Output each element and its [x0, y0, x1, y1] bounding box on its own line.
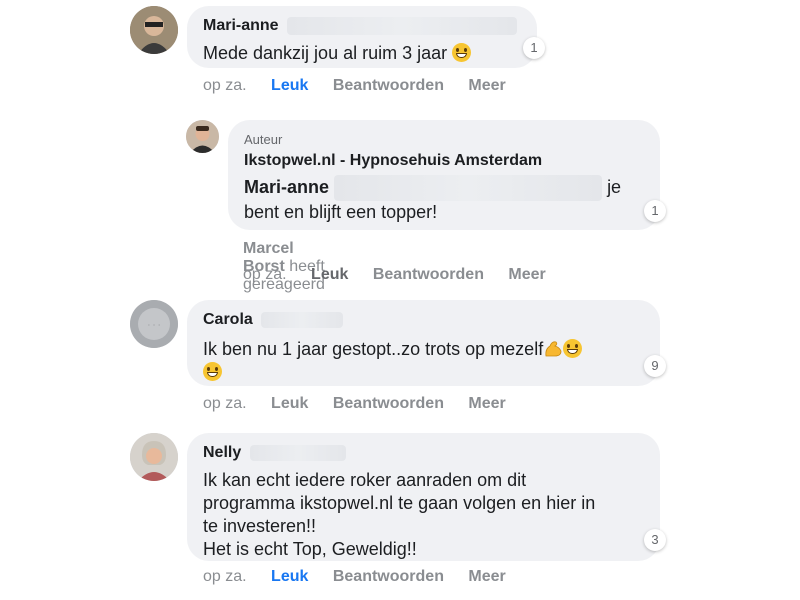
- like-button[interactable]: Leuk: [271, 395, 308, 412]
- comment-actions: op za. Leuk Beantwoorden Meer: [203, 395, 526, 413]
- reaction-count[interactable]: 1: [644, 200, 666, 222]
- comment-text-line: programma ikstopwel.nl te gaan volgen en…: [203, 493, 596, 513]
- reaction-count[interactable]: 3: [644, 529, 666, 551]
- avatar[interactable]: [186, 120, 219, 153]
- user-photo-icon: [186, 120, 219, 153]
- like-button[interactable]: Leuk: [311, 266, 348, 283]
- more-button[interactable]: Meer: [508, 266, 545, 283]
- reply-button[interactable]: Beantwoorden: [373, 266, 484, 283]
- redacted-surname: [249, 444, 346, 461]
- reply-button[interactable]: Beantwoorden: [333, 568, 444, 585]
- redacted-surname: [261, 311, 344, 328]
- redacted-surname: [287, 16, 518, 35]
- timestamp[interactable]: op za.: [203, 395, 247, 412]
- comment-text: Mede dankzij jou al ruim 3 jaar: [203, 43, 448, 63]
- comment-text-line: Het is echt Top, Geweldig!!: [203, 539, 417, 559]
- reaction-count[interactable]: 1: [523, 37, 545, 59]
- user-photo-icon: · · ·: [130, 300, 178, 348]
- comment-text: je: [607, 176, 622, 197]
- avatar[interactable]: · · ·: [130, 300, 178, 348]
- comment-actions: op za. Leuk Beantwoorden Meer: [203, 77, 526, 95]
- user-photo-icon: [130, 6, 178, 54]
- comment-bubble: Mari-anne Mede dankzij jou al ruim 3 jaa…: [187, 6, 537, 68]
- comment-text: Ik ben nu 1 jaar gestopt..zo trots op me…: [203, 339, 544, 359]
- flexed-biceps-icon: [545, 341, 562, 357]
- reply-button[interactable]: Beantwoorden: [333, 77, 444, 94]
- comment-actions: op za. Leuk Beantwoorden Meer: [203, 568, 526, 586]
- comment-text-line: bent en blijft een topper!: [244, 202, 438, 222]
- comment-text-line: Ik kan echt iedere roker aanraden om dit: [203, 470, 527, 490]
- comment-bubble: Carola Ik ben nu 1 jaar gestopt..zo trot…: [187, 300, 660, 386]
- user-photo-icon: [130, 433, 178, 481]
- mention-link[interactable]: Mari-anne: [244, 177, 329, 197]
- reaction-count[interactable]: 9: [644, 355, 666, 377]
- svg-text:· · ·: · · ·: [148, 321, 161, 330]
- reply-button[interactable]: Beantwoorden: [333, 395, 444, 412]
- avatar[interactable]: [130, 6, 178, 54]
- like-button[interactable]: Leuk: [271, 568, 308, 585]
- commenter-name[interactable]: Nelly: [203, 444, 241, 461]
- grinning-emoji-icon: [563, 339, 583, 358]
- redacted-surname: [334, 175, 603, 201]
- comment-actions: op za. Leuk Beantwoorden Meer: [243, 266, 566, 284]
- more-button[interactable]: Meer: [468, 77, 505, 94]
- avatar[interactable]: [130, 433, 178, 481]
- comment-text-line: te investeren!!: [203, 516, 317, 536]
- grinning-emoji-icon: [452, 43, 472, 62]
- more-button[interactable]: Meer: [468, 395, 505, 412]
- commenter-name[interactable]: Ikstopwel.nl - Hypnosehuis Amsterdam: [244, 151, 644, 171]
- comment-bubble: Nelly Ik kan echt iedere roker aanraden …: [187, 433, 660, 561]
- timestamp[interactable]: op za.: [203, 568, 247, 585]
- commenter-name[interactable]: Mari-anne: [203, 17, 279, 34]
- commenter-name[interactable]: Carola: [203, 311, 253, 328]
- grinning-emoji-icon: [203, 362, 222, 381]
- comment-bubble: Auteur Ikstopwel.nl - Hypnosehuis Amster…: [228, 120, 660, 230]
- more-button[interactable]: Meer: [468, 568, 505, 585]
- like-button[interactable]: Leuk: [271, 77, 308, 94]
- timestamp[interactable]: op za.: [243, 266, 287, 283]
- author-badge: Auteur: [244, 132, 283, 147]
- timestamp[interactable]: op za.: [203, 77, 247, 94]
